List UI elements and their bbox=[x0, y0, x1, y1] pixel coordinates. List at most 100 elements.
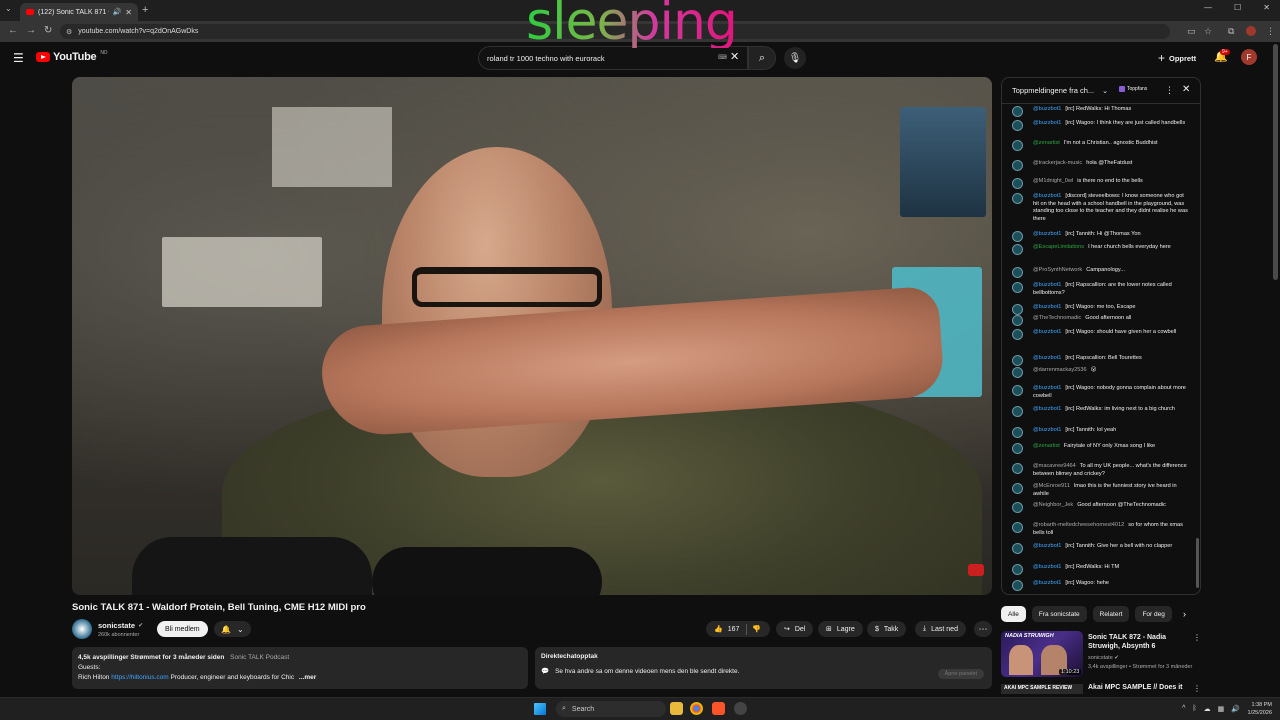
youtube-logo[interactable]: YouTube NO bbox=[36, 50, 108, 63]
chat-author[interactable]: @McEnroe911 bbox=[1033, 483, 1070, 489]
tab-list-icon[interactable]: ⌄ bbox=[5, 4, 12, 13]
chevron-up-icon[interactable]: ^ bbox=[1182, 705, 1185, 713]
chat-author[interactable]: @zenartist bbox=[1033, 443, 1060, 449]
thanks-button[interactable]: $ Takk bbox=[867, 621, 907, 637]
more-actions-button[interactable]: ⋯ bbox=[974, 621, 992, 637]
close-tab-icon[interactable]: ✕ bbox=[125, 8, 132, 17]
related-more-icon[interactable]: ⋮ bbox=[1193, 684, 1201, 693]
chat-author-avatar[interactable] bbox=[1012, 231, 1023, 242]
chat-author-avatar[interactable] bbox=[1012, 463, 1023, 474]
chat-scrollbar[interactable] bbox=[1196, 538, 1199, 588]
search-button[interactable]: ⌕ bbox=[748, 46, 776, 70]
chat-author[interactable]: @buzzbot1 bbox=[1033, 120, 1061, 126]
chat-message[interactable]: @buzzbot1 [irc] Wagoo: should have given … bbox=[1012, 329, 1190, 340]
chat-author-avatar[interactable] bbox=[1012, 106, 1023, 117]
chat-more-icon[interactable]: ⋮ bbox=[1165, 85, 1174, 96]
chat-author[interactable]: @buzzbot1 bbox=[1033, 193, 1061, 199]
chat-message[interactable]: @buzzbot1 [irc] Wagoo: I think they are j… bbox=[1012, 120, 1190, 131]
chat-author-avatar[interactable] bbox=[1012, 427, 1023, 438]
like-button[interactable]: 👍 167 👎 bbox=[706, 621, 770, 637]
chat-author[interactable]: @TheTechnomadic bbox=[1033, 315, 1081, 321]
app-icon[interactable] bbox=[734, 702, 747, 715]
close-chat-icon[interactable]: ✕ bbox=[1182, 84, 1190, 95]
browser-tab[interactable]: (122) Sonic TALK 871 - Wal 🔊 ✕ bbox=[20, 3, 138, 21]
chrome-icon[interactable] bbox=[690, 702, 703, 715]
show-more-link[interactable]: ...mer bbox=[299, 674, 316, 681]
top-fans-badge[interactable]: Toppfans bbox=[1119, 86, 1147, 92]
chat-author-avatar[interactable] bbox=[1012, 160, 1023, 171]
chat-author[interactable]: @buzzbot1 bbox=[1033, 231, 1061, 237]
chip-from-channel[interactable]: Fra sonicstate bbox=[1031, 606, 1087, 622]
chat-author[interactable]: @buzzbot1 bbox=[1033, 304, 1061, 310]
chat-author[interactable]: @ProSynthNetwork bbox=[1033, 267, 1082, 273]
open-panel-button[interactable]: Åpne panelet bbox=[937, 669, 984, 679]
chat-author-avatar[interactable] bbox=[1012, 267, 1023, 278]
start-icon[interactable] bbox=[534, 703, 546, 715]
page-scrollbar[interactable] bbox=[1273, 44, 1278, 280]
chat-author[interactable]: @buzzbot1 bbox=[1033, 106, 1061, 112]
chat-author-avatar[interactable] bbox=[1012, 483, 1023, 494]
network-icon[interactable]: ▦ bbox=[1218, 705, 1225, 713]
chat-author[interactable]: @trackerjack-music bbox=[1033, 160, 1082, 166]
chat-message[interactable]: @TheTechnomadic Good afternoon all bbox=[1012, 315, 1190, 326]
chat-author[interactable]: @buzzbot1 bbox=[1033, 385, 1061, 391]
chat-message[interactable]: @zenartist I'm not a Christian.. agnostic… bbox=[1012, 140, 1190, 151]
related-more-icon[interactable]: ⋮ bbox=[1193, 633, 1201, 642]
chat-author[interactable]: @EscapeLimitations bbox=[1033, 244, 1084, 250]
chat-message[interactable]: @buzzbot1 [irc] RedWalks: Hi Thomas bbox=[1012, 106, 1190, 117]
chat-author-avatar[interactable] bbox=[1012, 140, 1023, 151]
chat-message[interactable]: @buzzbot1 [discord] steveelbows: I know s… bbox=[1012, 193, 1190, 223]
related-channel[interactable]: sonicstate ✔ bbox=[1088, 655, 1119, 661]
chat-message[interactable]: @buzzbot1 [irc] Rapscallion: are the lowe… bbox=[1012, 282, 1190, 297]
maximize-icon[interactable]: ☐ bbox=[1234, 3, 1241, 12]
chat-message[interactable]: @buzzbot1 [irc] Wagoo: me too, Escape bbox=[1012, 304, 1190, 315]
chat-author-avatar[interactable] bbox=[1012, 543, 1023, 554]
chrome-menu-icon[interactable]: ⋮ bbox=[1266, 26, 1275, 37]
video-player[interactable] bbox=[72, 77, 992, 595]
chat-message[interactable]: @buzzbot1 [irc] Wagoo: hehe bbox=[1012, 580, 1190, 591]
subscription-bell-button[interactable]: 🔔 ⌄ bbox=[214, 621, 251, 637]
create-button[interactable]: + Opprett bbox=[1158, 51, 1196, 65]
chat-author-avatar[interactable] bbox=[1012, 502, 1023, 513]
chat-message[interactable]: @trackerjack-music hola @TheFatdust bbox=[1012, 160, 1190, 171]
chat-message[interactable]: @buzzbot1 [irc] Tannith: Hi @Thomas Yon bbox=[1012, 231, 1190, 242]
save-button[interactable]: ⊞ Lagre bbox=[818, 621, 863, 637]
chat-message[interactable]: @buzzbot1 [irc] Tannith: Give her a bell … bbox=[1012, 543, 1190, 554]
chip-for-you[interactable]: For deg bbox=[1135, 606, 1172, 622]
chevron-down-icon[interactable]: ⌄ bbox=[1102, 87, 1108, 95]
chat-author[interactable]: @buzzbot1 bbox=[1033, 580, 1061, 586]
chat-author[interactable]: @buzzbot1 bbox=[1033, 355, 1061, 361]
chat-author[interactable]: @buzzbot1 bbox=[1033, 543, 1061, 549]
chat-message[interactable]: @EscapeLimitations I hear church bells ev… bbox=[1012, 244, 1190, 255]
chat-author[interactable]: @buzzbot1 bbox=[1033, 564, 1061, 570]
related-title[interactable]: Sonic TALK 872 - Nadia Struwigh, Absynth… bbox=[1088, 633, 1193, 651]
chat-author[interactable]: @robarth-meltedcheesehornest4012 bbox=[1033, 522, 1124, 528]
playlist-link[interactable]: Sonic TALK Podcast bbox=[230, 654, 289, 661]
related-thumbnail[interactable]: AKAI MPC SAMPLE REVIEW bbox=[1001, 684, 1083, 694]
chat-author-avatar[interactable] bbox=[1012, 178, 1023, 189]
chat-message[interactable]: @buzzbot1 [irc] Wagoo: nobody gonna compl… bbox=[1012, 385, 1190, 400]
chat-message[interactable]: @zenartist Fairytale of NY only Xmas song… bbox=[1012, 443, 1190, 454]
clear-search-icon[interactable]: ✕ bbox=[730, 50, 739, 63]
related-title[interactable]: Akai MPC SAMPLE // Does it bbox=[1088, 684, 1183, 691]
chat-message[interactable]: @buzzbot1 [irc] RedWalks: Hi TM bbox=[1012, 564, 1190, 575]
chat-author[interactable]: @buzzbot1 bbox=[1033, 282, 1061, 288]
user-avatar[interactable]: F bbox=[1241, 49, 1257, 65]
chat-author-avatar[interactable] bbox=[1012, 406, 1023, 417]
bookmark-star-icon[interactable]: ☆ bbox=[1204, 26, 1212, 37]
chat-author-avatar[interactable] bbox=[1012, 304, 1023, 315]
guest-link[interactable]: https://hiltonius.com bbox=[111, 674, 168, 681]
close-window-icon[interactable]: ✕ bbox=[1263, 3, 1270, 12]
chat-message[interactable]: @ProSynthNetwork Campanology... bbox=[1012, 267, 1190, 278]
cloud-icon[interactable]: ☁ bbox=[1204, 705, 1211, 713]
download-button[interactable]: ⤓ Last ned bbox=[915, 621, 966, 637]
chat-author-avatar[interactable] bbox=[1012, 385, 1023, 396]
brave-icon[interactable] bbox=[712, 702, 725, 715]
reload-icon[interactable]: ↻ bbox=[44, 25, 52, 36]
chat-author-avatar[interactable] bbox=[1012, 355, 1023, 366]
chat-author-avatar[interactable] bbox=[1012, 367, 1023, 378]
chat-author-avatar[interactable] bbox=[1012, 282, 1023, 293]
file-explorer-icon[interactable] bbox=[670, 702, 683, 715]
forward-icon[interactable]: → bbox=[26, 25, 36, 36]
search-input[interactable]: roland tr 1000 techno with eurorack bbox=[478, 46, 748, 70]
